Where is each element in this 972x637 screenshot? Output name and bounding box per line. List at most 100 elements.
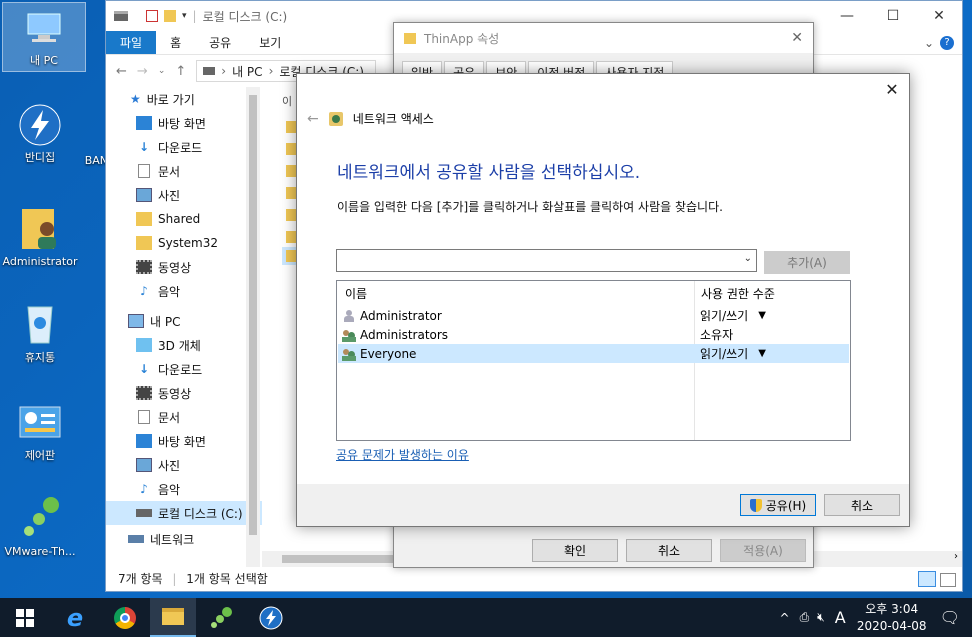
taskbar-internet-explorer[interactable]: e [52, 598, 98, 637]
nav-item-system32[interactable]: System32 [106, 231, 262, 255]
nav-item-music[interactable]: ♪ 음악 [106, 279, 262, 303]
add-button[interactable]: 추가(A) [764, 251, 850, 274]
up-icon[interactable]: ↑ [175, 64, 186, 79]
start-button[interactable] [2, 598, 48, 637]
drive-icon [114, 11, 128, 21]
back-icon[interactable]: ← [307, 111, 319, 127]
taskbar-chrome[interactable] [102, 598, 148, 637]
clock[interactable]: 오후 3:04 2020-04-08 [852, 601, 932, 635]
tab-share[interactable]: 공유 [195, 31, 245, 54]
cancel-button[interactable]: 취소 [824, 494, 900, 516]
back-icon[interactable]: ← [116, 64, 127, 79]
customize-toolbar-icon[interactable]: ▾ [182, 11, 187, 21]
nav-item-pictures[interactable]: 사진📌 [106, 183, 262, 207]
nav-this-pc[interactable]: 내 PC [106, 309, 262, 333]
tab-view[interactable]: 보기 [245, 31, 295, 54]
row-name: Administrators [360, 327, 449, 342]
ime-indicator[interactable]: A [829, 608, 852, 627]
dialog-header-label: 네트워크 액세스 [352, 112, 434, 126]
help-icon[interactable]: ? [940, 31, 962, 54]
taskbar-file-explorer[interactable] [150, 598, 196, 637]
scroll-right-icon[interactable]: › [954, 551, 958, 562]
show-hidden-icons-icon[interactable]: ^ [774, 611, 796, 625]
nav-item-desktop[interactable]: 바탕 화면📌 [106, 111, 262, 135]
windows-logo-icon [16, 608, 34, 627]
maximize-button[interactable]: ☐ [870, 1, 916, 31]
pictures-icon [136, 188, 152, 202]
desktop-icon-control-panel[interactable]: 제어판 [0, 402, 82, 463]
ok-button[interactable]: 확인 [532, 539, 618, 562]
table-row[interactable]: Administrators 소유자 [338, 325, 849, 344]
dialog-title: 네트워크에서 공유할 사람을 선택하십시오. [337, 163, 641, 183]
desktop-icon-administrator[interactable]: Administrator [0, 204, 82, 268]
nav-item-pc-documents[interactable]: 문서 [106, 405, 262, 429]
nav-scrollbar[interactable] [246, 87, 260, 567]
notification-icon[interactable]: 🗨︎ [932, 608, 972, 627]
chevron-down-icon[interactable]: ⌄ [744, 253, 752, 264]
close-button[interactable]: ✕ [875, 74, 909, 104]
nav-item-3d-objects[interactable]: 3D 개체 [106, 333, 262, 357]
desktop-icon-partial[interactable]: t [60, 54, 110, 67]
dialog-footer: 공유(H) 취소 [297, 484, 909, 526]
selection-count: 1개 항목 선택함 [186, 572, 268, 586]
nav-item-videos[interactable]: 동영상 [106, 255, 262, 279]
dropdown-arrow-icon[interactable]: ▼ [758, 310, 766, 321]
nav-item-downloads[interactable]: ↓다운로드📌 [106, 135, 262, 159]
large-icons-view-icon[interactable] [940, 573, 956, 587]
drive-icon [136, 509, 152, 517]
taskbar-vmware-thinapp[interactable] [198, 598, 244, 637]
user-combobox[interactable]: ⌄ [336, 249, 757, 272]
quick-properties-icon[interactable] [146, 10, 158, 22]
desktop-icon-recycle-bin[interactable]: 휴지통 [0, 300, 82, 365]
column-header-permission[interactable]: 사용 권한 수준 [701, 281, 775, 305]
new-folder-icon[interactable] [164, 10, 176, 22]
tab-home[interactable]: 홈 [156, 31, 195, 54]
desktop-icon-vmware[interactable]: VMware-Th... [0, 494, 82, 558]
clock-date: 2020-04-08 [856, 618, 927, 633]
nav-item-pc-music[interactable]: ♪ 음악 [106, 477, 262, 501]
nav-item-pc-downloads[interactable]: ↓ 다운로드 [106, 357, 262, 381]
ribbon-expand-icon[interactable]: ⌄ [918, 31, 940, 54]
taskbar-bandizip[interactable] [248, 598, 294, 637]
star-icon: ★ [130, 92, 141, 106]
nav-item-documents[interactable]: 문서📌 [106, 159, 262, 183]
nav-item-local-disk[interactable]: 로컬 디스크 (C:) [106, 501, 262, 525]
close-button[interactable]: ✕ [916, 1, 962, 31]
minimize-button[interactable]: — [824, 1, 870, 31]
row-permission: 소유자 [700, 328, 734, 342]
nav-item-pc-desktop[interactable]: 바탕 화면 [106, 429, 262, 453]
nav-item-pc-videos[interactable]: 동영상 [106, 381, 262, 405]
nav-item-pc-pictures[interactable]: 사진 [106, 453, 262, 477]
table-row[interactable]: Administrator 읽기/쓰기 ▼ [338, 306, 849, 325]
breadcrumb-this-pc[interactable]: 내 PC [232, 63, 262, 80]
table-row-selected[interactable]: Everyone 읽기/쓰기 ▼ [338, 344, 849, 363]
apply-button[interactable]: 적용(A) [720, 539, 806, 562]
pc-icon [128, 314, 144, 328]
row-permission: 읽기/쓰기 [700, 347, 749, 361]
cancel-button[interactable]: 취소 [626, 539, 712, 562]
folder-icon [162, 608, 184, 625]
nav-item-shared[interactable]: Shared [106, 207, 262, 231]
item-count: 7개 항목 [118, 572, 163, 586]
desktop-icon-bandizip[interactable]: 반디집 [0, 104, 82, 165]
column-header-name[interactable]: 이름 [345, 281, 367, 305]
dropdown-arrow-icon[interactable]: ▼ [758, 348, 766, 359]
network-icon [128, 535, 144, 543]
drive-icon [203, 67, 216, 75]
taskbar: e ^ ⎙ 🔇︎ A 오후 3:04 2020-04-08 🗨︎ [0, 598, 972, 637]
folder-icon [136, 212, 152, 226]
forward-icon[interactable]: → [137, 64, 148, 79]
tab-file[interactable]: 파일 [106, 31, 157, 54]
volume-muted-icon[interactable]: 🔇︎ [813, 610, 829, 625]
desktop-icon [136, 116, 152, 130]
nav-network[interactable]: 네트워크 [106, 531, 262, 547]
props-title: ThinApp 속성 [424, 31, 500, 46]
details-view-icon[interactable] [918, 571, 936, 587]
recent-locations-icon[interactable]: ⌄ [158, 66, 166, 76]
close-icon[interactable]: ✕ [791, 30, 803, 46]
nav-quick-access[interactable]: ★ 바로 가기 [106, 87, 262, 111]
sharing-help-link[interactable]: 공유 문제가 발생하는 이유 [336, 446, 469, 463]
network-icon[interactable]: ⎙ [796, 610, 814, 625]
share-button[interactable]: 공유(H) [740, 494, 816, 516]
desktop-icon-partial-ban[interactable]: BAN [74, 154, 108, 167]
